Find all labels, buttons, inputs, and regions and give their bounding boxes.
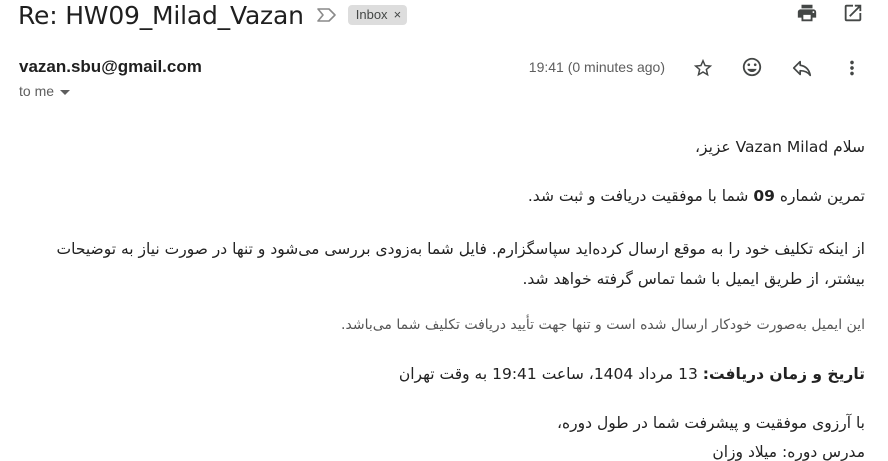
exercise-number: 09 bbox=[753, 187, 775, 205]
exercise-text-start: تمرین شماره bbox=[774, 187, 865, 205]
open-in-new-window-button[interactable] bbox=[836, 0, 870, 30]
open-in-new-window-icon bbox=[844, 4, 862, 22]
upload-thanks-paragraph: از اینکه تکلیف خود را به موقع ارسال کرده… bbox=[56, 240, 865, 288]
received-date-value: 13 مرداد 1404، ساعت 19:41 به وقت تهران bbox=[398, 365, 703, 383]
print-icon bbox=[797, 4, 817, 22]
received-date-label: تاریخ و زمان دریافت: bbox=[702, 365, 865, 383]
reply-button[interactable] bbox=[785, 51, 819, 85]
remove-label-icon[interactable]: × bbox=[394, 8, 402, 21]
signature-line: مدرس دوره: میلاد وزان bbox=[712, 443, 865, 461]
message-timestamp: 19:41 (0 minutes ago) bbox=[528, 59, 665, 75]
emoji-reaction-icon bbox=[742, 57, 762, 77]
star-icon bbox=[693, 58, 713, 77]
more-options-button[interactable] bbox=[835, 51, 869, 85]
inbox-label-chip[interactable]: Inbox × bbox=[347, 5, 408, 25]
automatic-email-note: این ایمیل به‌صورت خودکار ارسال شده است و… bbox=[341, 317, 865, 333]
more-vert-icon bbox=[850, 60, 854, 76]
star-button[interactable] bbox=[686, 51, 720, 85]
closing-wish-line: با آرزوی موفقیت و پیشرفت شما در طول دوره… bbox=[557, 414, 865, 432]
received-date-line: تاریخ و زمان دریافت: 13 مرداد 1404، ساعت… bbox=[399, 365, 865, 383]
recipient-details-toggle[interactable]: to me bbox=[19, 83, 71, 99]
importance-marker-icon[interactable] bbox=[316, 7, 338, 23]
exercise-text-end: شما با موفقیت دریافت و ثبت شد. bbox=[527, 187, 754, 205]
greeting-line: سلام Vazan Milad عزیز، bbox=[695, 138, 865, 156]
exercise-received-line: تمرین شماره 09 شما با موفقیت دریافت و ثب… bbox=[528, 187, 865, 205]
reply-icon bbox=[792, 60, 812, 77]
print-button[interactable] bbox=[790, 0, 824, 30]
recipient-label: to me bbox=[19, 83, 55, 99]
email-subject: Re: HW09_Milad_Vazan bbox=[18, 0, 304, 30]
add-reaction-button[interactable] bbox=[735, 50, 769, 84]
chevron-down-icon bbox=[60, 89, 71, 95]
sender-address[interactable]: vazan.sbu@gmail.com bbox=[19, 57, 202, 77]
subject-row: Re: HW09_Milad_Vazan Inbox × bbox=[18, 0, 408, 30]
inbox-label-text: Inbox bbox=[355, 7, 388, 22]
